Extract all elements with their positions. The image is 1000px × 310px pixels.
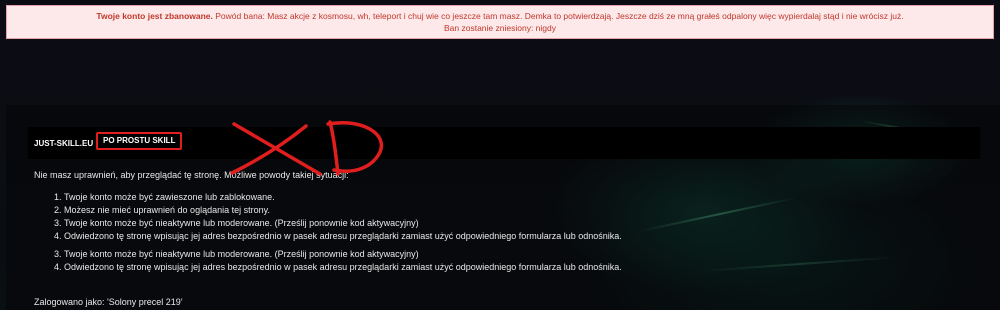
- reason-list: Twoje konto może być zawieszone lub zabl…: [34, 191, 934, 243]
- intro-text: Nie masz uprawnień, aby przeglądać tę st…: [34, 170, 349, 180]
- reason-item: Odwiedzono tę stronę wpisując jej adres …: [64, 261, 934, 274]
- permission-message: Nie masz uprawnień, aby przeglądać tę st…: [34, 169, 934, 274]
- scribbled-xd-icon: [230, 120, 384, 176]
- logged-in-as: Zalogowano jako: 'Solony precel 219': [34, 297, 183, 307]
- reason-item: Możesz nie mieć uprawnień do oglądania t…: [64, 204, 934, 217]
- nav-crumb-link[interactable]: PO PROSTU SKILL: [96, 132, 182, 150]
- navbar: JUST-SKILL.EU PO PROSTU SKILL: [28, 127, 980, 159]
- reason-item: Odwiedzono tę stronę wpisując jej adres …: [64, 230, 934, 243]
- reason-list-repeat: Twoje konto może być nieaktywne lub mode…: [34, 248, 934, 274]
- ban-title: Twoje konto jest zbanowane.: [96, 11, 213, 21]
- ban-notice-line: Twoje konto jest zbanowane. Powód bana: …: [7, 10, 993, 22]
- nav-site-link[interactable]: JUST-SKILL.EU: [34, 139, 93, 148]
- ban-notice: Twoje konto jest zbanowane. Powód bana: …: [6, 5, 994, 39]
- ban-expiry: Ban zostanie zniesiony: nigdy: [444, 23, 556, 33]
- reason-item: Twoje konto może być nieaktywne lub mode…: [64, 248, 934, 261]
- ban-reason: Powód bana: Masz akcje z kosmosu, wh, te…: [215, 11, 904, 21]
- reason-item: Twoje konto może być nieaktywne lub mode…: [64, 217, 934, 230]
- reason-item: Twoje konto może być zawieszone lub zabl…: [64, 191, 934, 204]
